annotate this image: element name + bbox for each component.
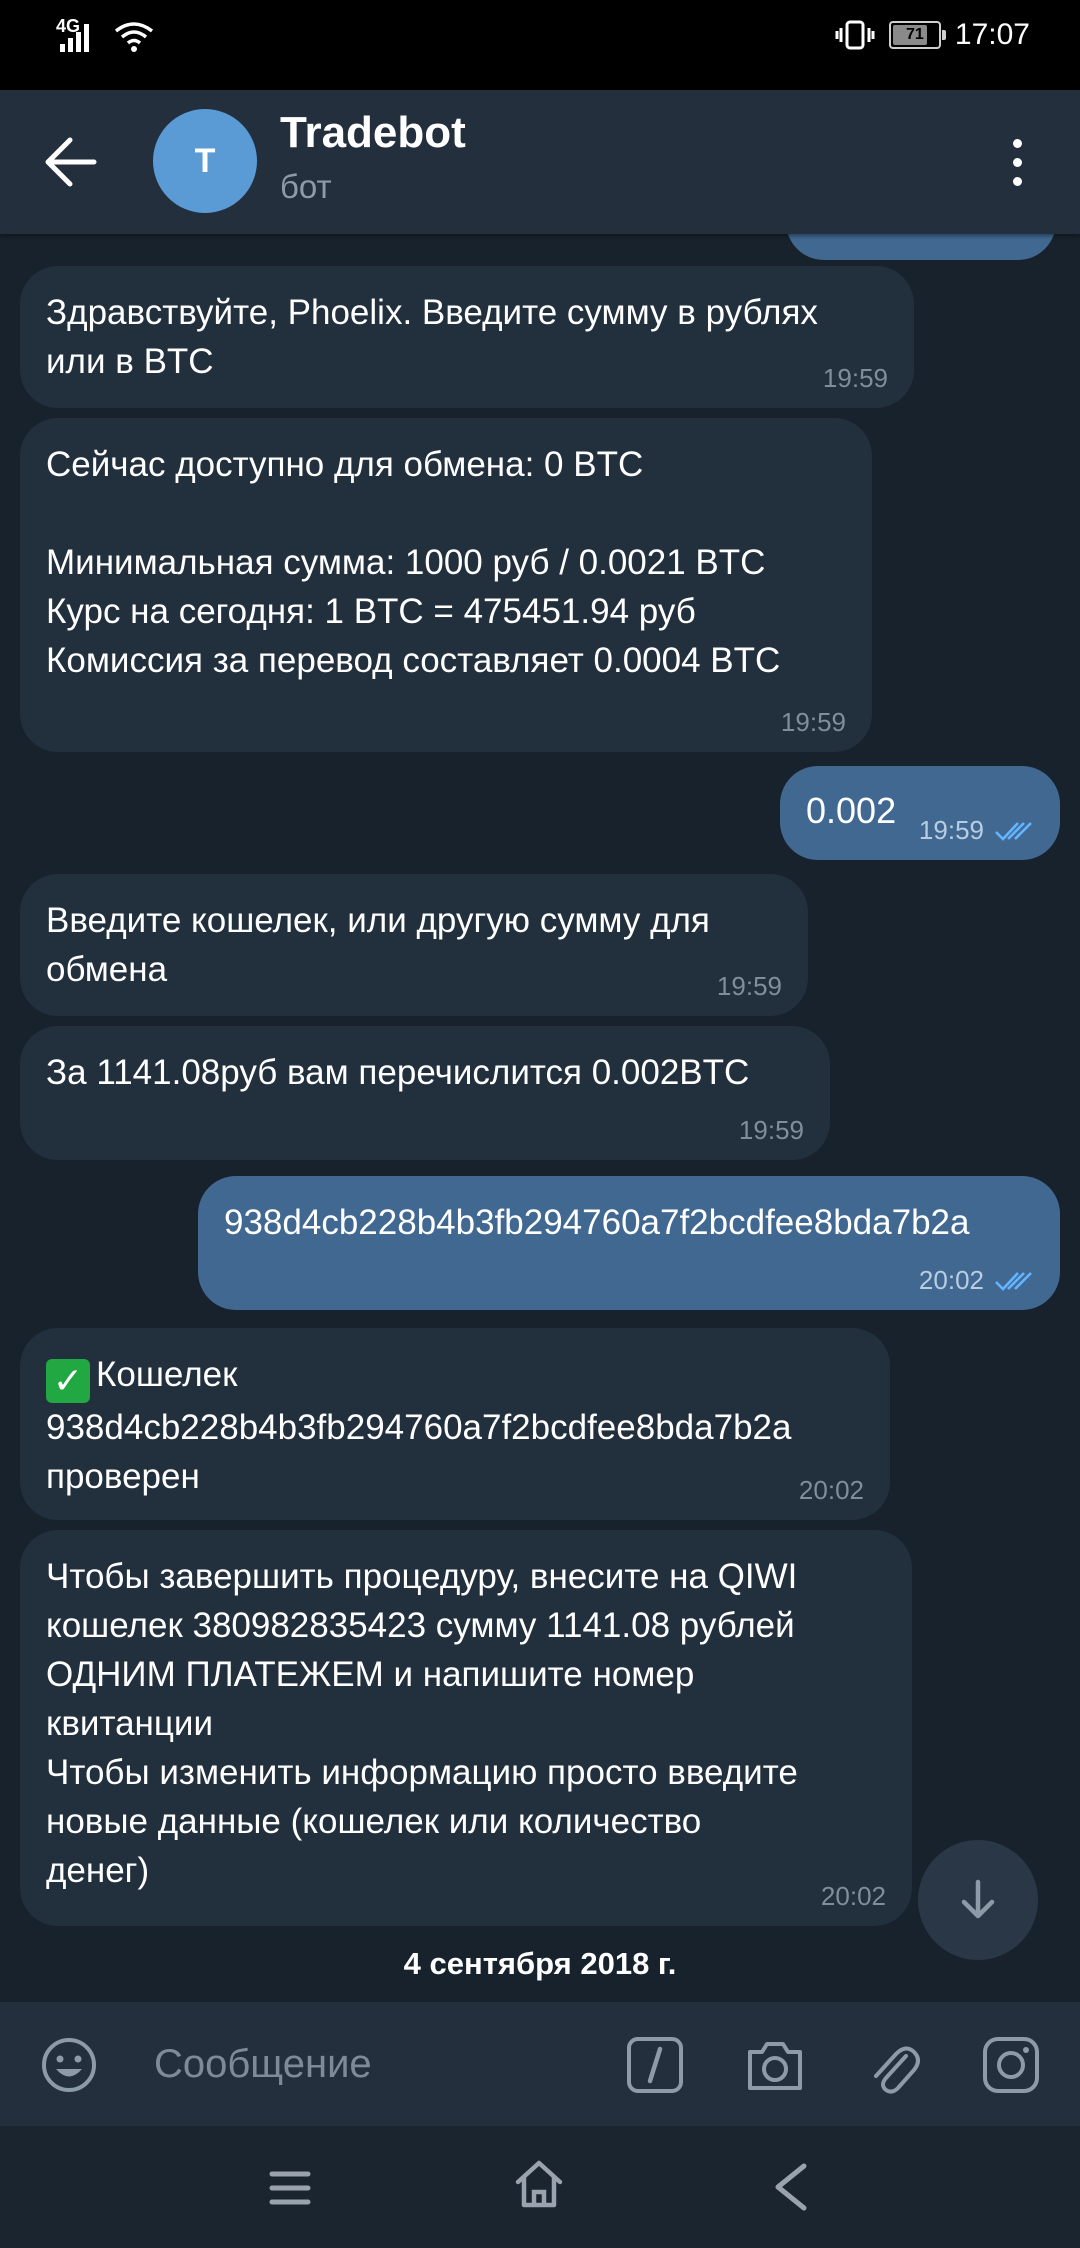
message-bubble-outgoing[interactable]: 938d4cb228b4b3fb294760a7f2bcdfee8bda7b2a… [198, 1176, 1060, 1310]
message-time: 20:02 [798, 1475, 864, 1505]
message-text: За 1141.08руб вам перечислится 0.002BTC [46, 1053, 750, 1092]
nav-back-icon[interactable] [770, 2162, 810, 2212]
wifi-icon [114, 22, 154, 52]
message-text: Сейчас доступно для обмена: 0 BTC Минима… [46, 445, 781, 680]
message-list[interactable]: Здравствуйте, Phoelix. Введите сумму в р… [0, 234, 1080, 2002]
message-bubble-incoming[interactable]: ✓ Кошелек 938d4cb228b4b3fb294760a7f2bcdfe… [20, 1328, 890, 1520]
message-bubble-outgoing-partial [786, 234, 1056, 260]
back-arrow-icon[interactable] [40, 132, 102, 192]
message-bubble-outgoing[interactable]: 0.002 19:59 [780, 766, 1060, 860]
clock: 17:07 [954, 18, 1030, 51]
chat-title[interactable]: Tradebot [280, 108, 466, 158]
message-time: 19:59 [918, 815, 984, 845]
message-time: 19:59 [780, 707, 846, 737]
more-vert-icon[interactable] [1000, 130, 1034, 194]
chat-subtitle: бот [280, 168, 332, 205]
arrow-down-icon [961, 1879, 995, 1919]
message-input-bar [0, 2002, 1080, 2126]
battery-icon: 71 [888, 21, 946, 49]
attach-icon[interactable] [866, 2032, 920, 2098]
message-text: ✓ Кошелек 938d4cb228b4b3fb294760a7f2bcdfe… [46, 1350, 864, 1501]
message-meta: 19:59 [919, 815, 1034, 846]
avatar-letter: T [194, 141, 216, 180]
message-time: 19:59 [738, 1115, 804, 1145]
scroll-down-button[interactable] [918, 1840, 1038, 1960]
camera-icon[interactable] [744, 2036, 806, 2094]
message-time: 20:02 [918, 1265, 984, 1295]
check-mark-emoji: ✓ [46, 1359, 90, 1403]
nav-home-icon[interactable] [514, 2158, 564, 2210]
double-check-icon [995, 821, 1032, 841]
status-bar-right: 71 17:07 [835, 18, 1030, 52]
emoji-icon[interactable] [40, 2036, 98, 2094]
bot-avatar[interactable]: T [153, 109, 257, 213]
system-nav-bar [0, 2126, 1080, 2248]
message-text: Введите кошелек, или другую сумму для об… [46, 901, 710, 989]
double-check-icon [995, 1271, 1032, 1291]
message-bubble-incoming[interactable]: Здравствуйте, Phoelix. Введите сумму в р… [20, 266, 914, 408]
vibrate-icon [835, 20, 875, 50]
message-time: 19:59 [716, 971, 782, 1001]
message-text-rest: 938d4cb228b4b3fb294760a7f2bcdfee8bda7b2a… [46, 1408, 792, 1496]
nav-menu-icon[interactable] [268, 2166, 312, 2210]
status-bar: 4G 71 17:07 [0, 0, 1080, 90]
message-text: 938d4cb228b4b3fb294760a7f2bcdfee8bda7b2a [224, 1203, 970, 1242]
message-time: 19:59 [822, 363, 888, 393]
message-text: Чтобы завершить процедуру, внесите на QI… [46, 1557, 798, 1890]
date-separator: 4 сентября 2018 г. [403, 1946, 677, 1981]
message-bubble-incoming[interactable]: Сейчас доступно для обмена: 0 BTC Минима… [20, 418, 872, 752]
message-input[interactable] [154, 2032, 594, 2096]
message-bubble-incoming[interactable]: За 1141.08руб вам перечислится 0.002BTC … [20, 1026, 830, 1160]
message-bubble-incoming[interactable]: Чтобы завершить процедуру, внесите на QI… [20, 1530, 912, 1926]
message-text: Здравствуйте, Phoelix. Введите сумму в р… [46, 293, 818, 381]
message-text-line1: Кошелек [96, 1355, 238, 1394]
signal-icon: 4G [56, 16, 96, 56]
message-time: 20:02 [820, 1881, 886, 1911]
message-bubble-incoming[interactable]: Введите кошелек, или другую сумму для об… [20, 874, 808, 1016]
status-bar-left: 4G [56, 16, 156, 56]
message-meta: 20:02 [919, 1265, 1034, 1296]
chat-header: T Tradebot бот [0, 90, 1080, 234]
battery-level: 71 [906, 26, 924, 43]
instagram-icon[interactable] [982, 2036, 1040, 2094]
bot-command-icon[interactable] [626, 2036, 684, 2094]
